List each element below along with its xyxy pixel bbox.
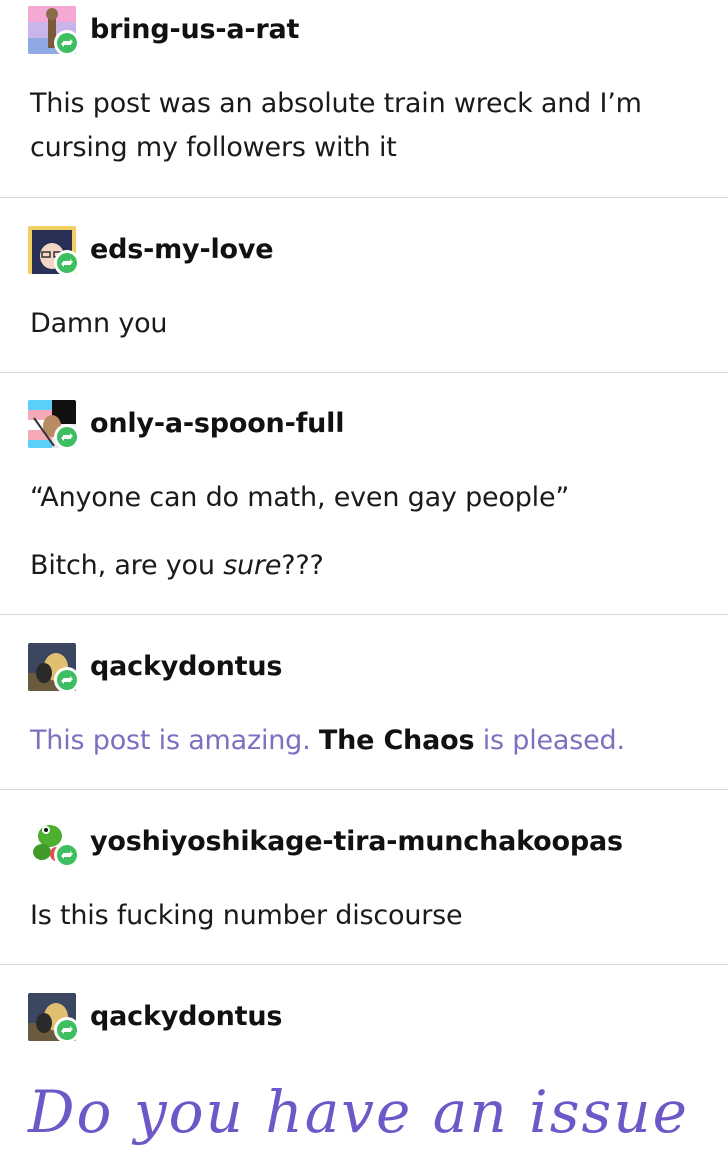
- post-text-segment: Bitch, are you: [30, 550, 224, 581]
- avatar[interactable]: [28, 643, 80, 693]
- post-divider: [0, 372, 728, 373]
- post-username[interactable]: qackydontus: [90, 1001, 282, 1032]
- reblog-icon: [57, 670, 77, 690]
- post-script-text: Do you have an issue: [28, 1078, 689, 1146]
- post-body-line: Damn you: [30, 308, 168, 339]
- post-body-line: Is this fucking number discourse: [30, 900, 463, 931]
- reblog-badge: [54, 1017, 80, 1043]
- post-body-line: This post was an absolute train wreck an…: [30, 88, 642, 119]
- reblog-badge: [54, 424, 80, 450]
- reblog-badge: [54, 250, 80, 276]
- post-text-segment: ???: [281, 550, 324, 581]
- avatar[interactable]: [28, 226, 80, 276]
- reblog-icon: [57, 1020, 77, 1040]
- avatar[interactable]: [28, 6, 80, 56]
- post-divider: [0, 789, 728, 790]
- reblog-badge: [54, 842, 80, 868]
- post-username[interactable]: qackydontus: [90, 651, 282, 682]
- post-divider: [0, 964, 728, 965]
- post-divider: [0, 614, 728, 615]
- post-username[interactable]: yoshiyoshikage-tira-munchakoopas: [90, 826, 623, 857]
- post-body-line: This post is amazing. The Chaos is pleas…: [30, 719, 625, 763]
- post-username[interactable]: eds-my-love: [90, 234, 274, 265]
- avatar[interactable]: [28, 993, 80, 1043]
- reblog-badge: [54, 30, 80, 56]
- post-text-segment: is pleased.: [474, 725, 625, 756]
- post-divider: [0, 197, 728, 198]
- avatar[interactable]: [28, 400, 80, 450]
- reblog-icon: [57, 33, 77, 53]
- post-body-line: “Anyone can do math, even gay people”: [30, 482, 570, 513]
- post-username[interactable]: bring-us-a-rat: [90, 14, 299, 45]
- reblog-badge: [54, 667, 80, 693]
- post-body-line: Bitch, are you sure???: [30, 544, 324, 588]
- avatar[interactable]: [28, 818, 80, 868]
- post-username[interactable]: only-a-spoon-full: [90, 408, 344, 439]
- reblog-icon: [57, 253, 77, 273]
- reblog-icon: [57, 845, 77, 865]
- reblog-icon: [57, 427, 77, 447]
- post-text-italic-segment: sure: [223, 550, 282, 581]
- post-body-line: cursing my followers with it: [30, 132, 397, 163]
- post-text-bold-segment: The Chaos: [318, 725, 475, 756]
- post-text-segment: This post is amazing.: [30, 725, 319, 756]
